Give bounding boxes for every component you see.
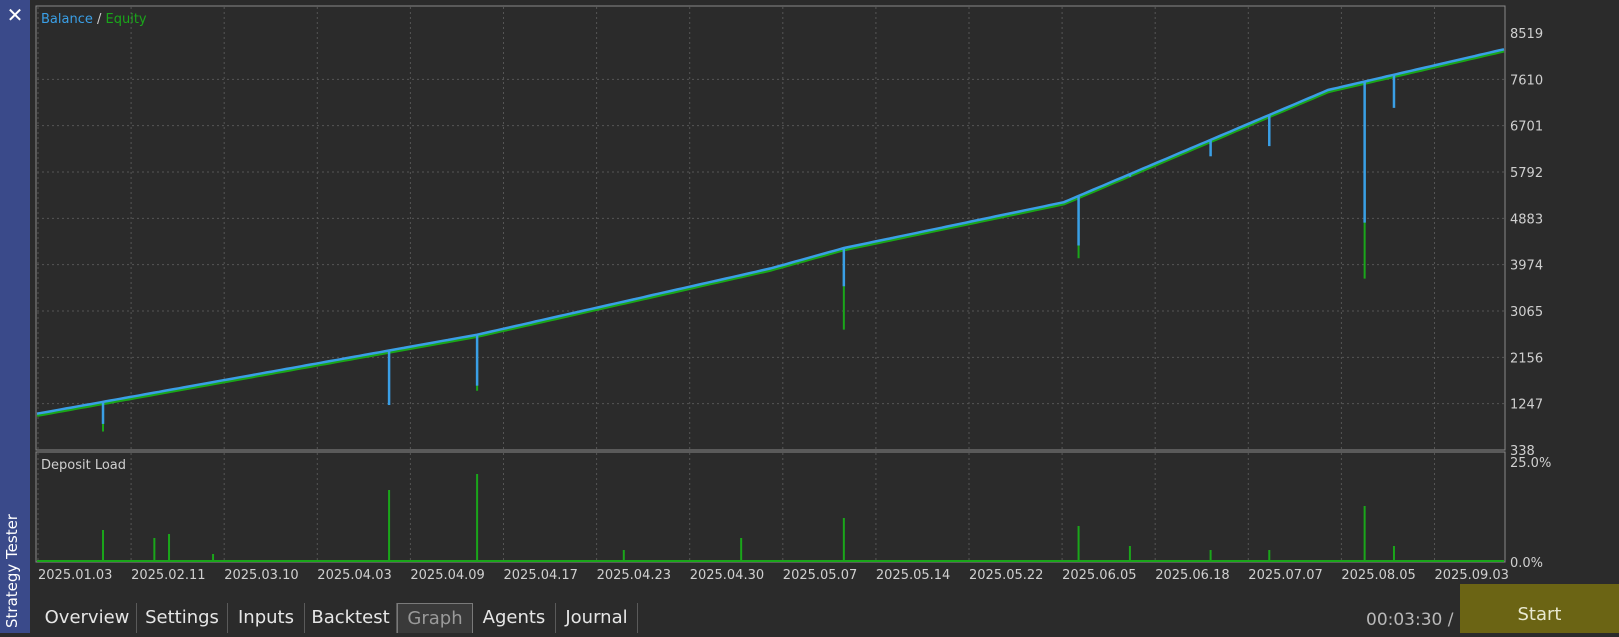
y-tick-label: 7610 [1510,73,1543,88]
strategy-tester-title: Strategy Tester [3,514,21,628]
strategy-tester-sidebar: ✕ Strategy Tester [0,0,30,633]
x-tick-label: 2025.04.03 [317,568,391,583]
y-axis-labels: 8519761067015792488339743065215612473382… [1510,27,1551,571]
x-tick-label: 2025.05.07 [783,568,857,583]
tab-agents[interactable]: Agents [473,603,556,633]
deposit-chart-frame [35,451,1506,563]
tab-backtest[interactable]: Backtest [305,603,397,633]
y-tick-label: 8519 [1510,27,1543,42]
x-tick-label: 2025.02.11 [131,568,205,583]
x-tick-label: 2025.04.09 [410,568,484,583]
x-tick-label: 2025.06.05 [1062,568,1136,583]
legend-separator: / [93,12,106,27]
y-tick-label: 6701 [1510,120,1543,135]
graph-panel: 8519 7610 6701 5792 4883 3974 3065 2156 1247 338 2… [30,0,1619,603]
x-tick-label: 2025.05.22 [969,568,1043,583]
main-chart-frame [35,5,1506,451]
y-tick-label: 5792 [1510,166,1543,181]
x-tick-label: 2025.07.07 [1248,568,1322,583]
tester-tab-bar: Overview Settings Inputs Backtest Graph … [30,603,1619,633]
balance-equity-chart: 8519761067015792488339743065215612473382… [35,5,1551,583]
balance-line [36,48,1505,415]
y-tick-label: 1247 [1510,398,1543,413]
y-tick-label: 2156 [1510,351,1543,366]
close-icon[interactable]: ✕ [4,4,26,26]
chart-legend: Balance / Equity [41,12,147,27]
deposit-y-tick-label: 0.0% [1510,556,1543,571]
deposit-load-title: Deposit Load [41,458,126,473]
y-tick-label: 3065 [1510,305,1543,320]
x-axis-labels: 2025.01.03 2025.02.11 2025.03.10 2025.04.03… [38,568,1509,583]
y-tick-label: 4883 [1510,212,1543,227]
tab-overview[interactable]: Overview [38,603,137,633]
tab-inputs[interactable]: Inputs [228,603,305,633]
legend-equity: Equity [106,12,147,27]
x-tick-label: 2025.03.10 [224,568,298,583]
tab-journal[interactable]: Journal [556,603,638,633]
tab-settings[interactable]: Settings [137,603,228,633]
x-tick-label: 2025.04.30 [690,568,764,583]
legend-balance: Balance [41,12,93,27]
x-tick-label: 2025.05.14 [876,568,950,583]
equity-line [36,50,1505,417]
chart-grid [37,7,1504,561]
x-tick-label: 2025.04.23 [597,568,671,583]
x-tick-label: 2025.04.17 [504,568,578,583]
start-button[interactable]: Start [1460,584,1619,633]
deposit-load-series [37,474,1504,562]
x-tick-label: 2025.01.03 [38,568,112,583]
balance-equity-series [36,48,1505,432]
tab-graph[interactable]: Graph [397,603,473,633]
y-tick-label: 3974 [1510,259,1543,274]
x-tick-label: 2025.09.03 [1435,568,1509,583]
deposit-y-tick-label: 25.0% [1510,456,1551,471]
x-tick-label: 2025.08.05 [1341,568,1415,583]
x-tick-label: 2025.06.18 [1155,568,1229,583]
